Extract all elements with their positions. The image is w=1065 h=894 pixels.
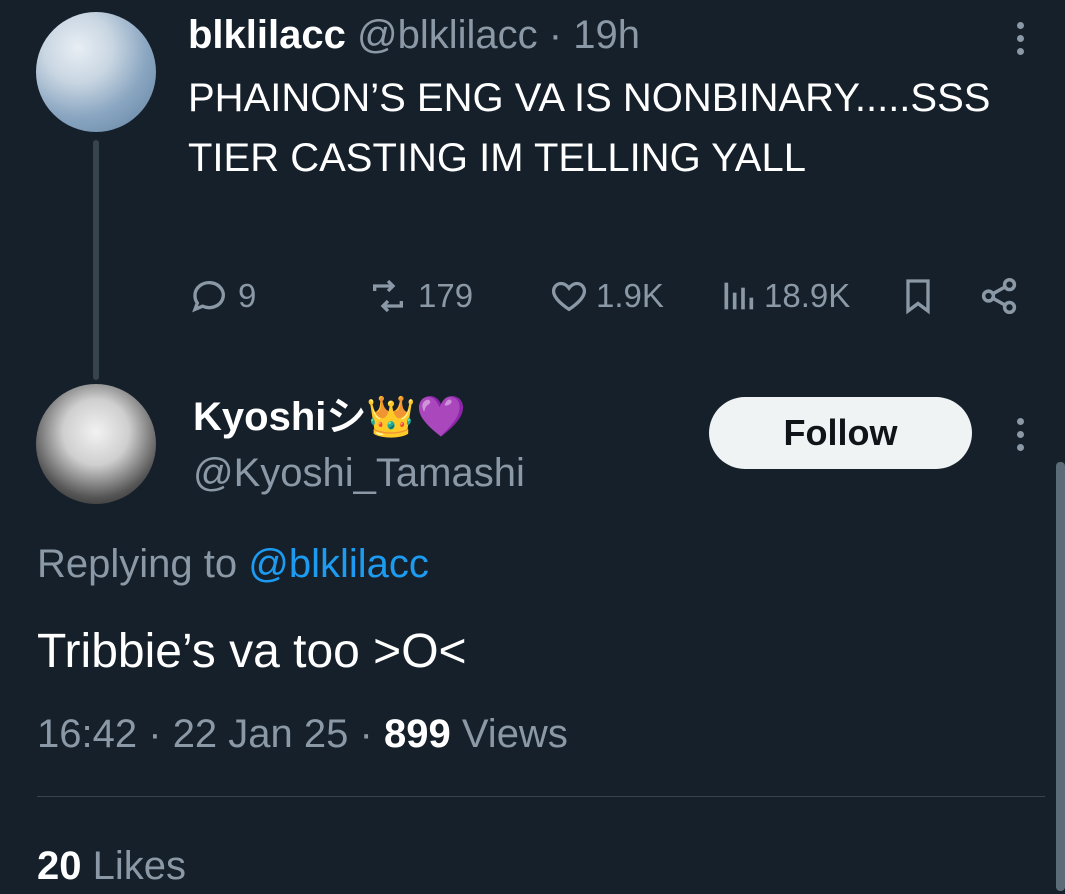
divider xyxy=(37,796,1045,797)
avatar-kyoshi[interactable] xyxy=(36,384,156,504)
parent-action-bar: 9 179 1.9K 18.9K xyxy=(188,272,1028,320)
replying-to-prefix: Replying to xyxy=(37,542,238,586)
likes-count: 20 xyxy=(37,844,82,888)
likes-label: Likes xyxy=(92,844,187,888)
follow-button[interactable]: Follow xyxy=(709,397,972,469)
meta-separator: · xyxy=(148,712,162,756)
parent-tweet-header: blklilacc @blklilacc · 19h xyxy=(188,12,640,58)
avatar-blklilacc[interactable] xyxy=(36,12,156,132)
reply-icon xyxy=(192,280,225,313)
reply-display-name: Kyoshiシ xyxy=(193,395,367,439)
name-emoji-badges: 👑💜 xyxy=(366,395,466,439)
reply-handle[interactable]: @Kyoshi_Tamashi xyxy=(193,448,525,498)
repost-action[interactable]: 179 xyxy=(364,272,473,320)
parent-handle[interactable]: @blklilacc xyxy=(357,13,538,57)
more-icon[interactable] xyxy=(1005,412,1035,456)
repost-count: 179 xyxy=(418,277,474,314)
like-action[interactable]: 1.9K xyxy=(548,272,664,320)
like-count: 1.9K xyxy=(596,277,664,314)
reply-date[interactable]: 22 Jan 25 xyxy=(173,712,349,756)
reply-tweet-text: Tribbie’s va too >O< xyxy=(37,625,467,678)
bookmark-action[interactable] xyxy=(898,272,938,320)
share-action[interactable] xyxy=(978,272,1020,320)
likes-summary[interactable]: 20 Likes xyxy=(37,838,186,894)
meta-separator: · xyxy=(359,712,373,756)
reply-meta-line: 16:42 · 22 Jan 25 · 899 Views xyxy=(37,708,568,760)
reply-views-label: Views xyxy=(461,712,568,756)
parent-tweet-text: PHAINON’S ENG VA IS NONBINARY.....SSS TI… xyxy=(188,76,991,180)
reply-action[interactable]: 9 xyxy=(188,272,256,320)
scrollbar[interactable] xyxy=(1056,462,1065,891)
bookmark-icon xyxy=(906,279,930,315)
parent-display-name[interactable]: blklilacc xyxy=(188,13,346,57)
more-icon[interactable] xyxy=(1005,16,1035,60)
replying-to-line: Replying to @blklilacc xyxy=(37,536,429,592)
parent-timestamp[interactable]: 19h xyxy=(573,13,640,57)
views-count: 18.9K xyxy=(764,277,851,314)
repost-icon xyxy=(373,279,403,313)
share-icon xyxy=(981,277,1017,315)
reply-display-name-row[interactable]: Kyoshiシ👑💜 xyxy=(193,392,466,442)
reply-views-count: 899 xyxy=(383,712,451,756)
parent-separator: · xyxy=(548,13,563,57)
views-icon xyxy=(724,282,754,310)
views-action[interactable]: 18.9K xyxy=(718,272,850,320)
thread-connector-line xyxy=(93,140,99,380)
like-icon xyxy=(551,281,587,312)
reply-time[interactable]: 16:42 xyxy=(37,712,137,756)
reply-count: 9 xyxy=(238,277,257,314)
replying-to-mention[interactable]: @blklilacc xyxy=(248,542,429,586)
